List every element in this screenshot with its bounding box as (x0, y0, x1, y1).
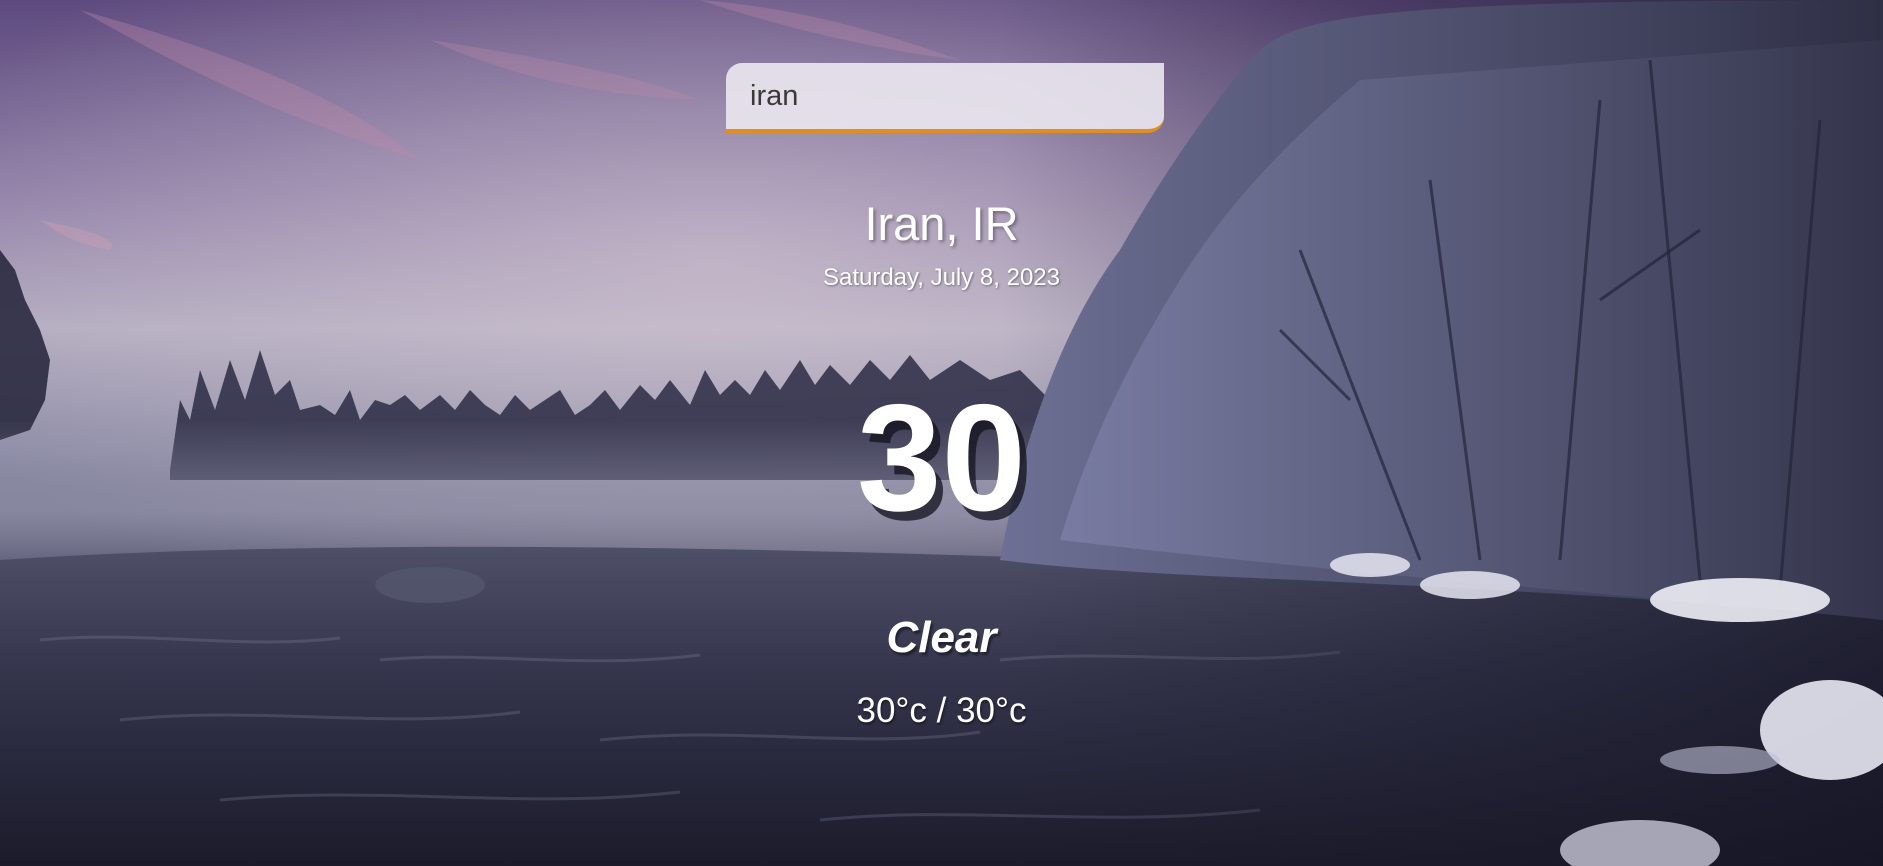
search-box (726, 63, 1164, 133)
weather-condition: Clear (886, 613, 997, 662)
high-low-temperature: 30°c / 30°c (856, 691, 1027, 730)
current-date: Saturday, July 8, 2023 (822, 264, 1061, 291)
current-temperature: 30 (856, 373, 1027, 543)
search-input[interactable] (726, 63, 1164, 133)
city-name: Iran, IR (864, 197, 1019, 250)
weather-app: Iran, IR Saturday, July 8, 2023 30 Clear… (0, 0, 1883, 866)
